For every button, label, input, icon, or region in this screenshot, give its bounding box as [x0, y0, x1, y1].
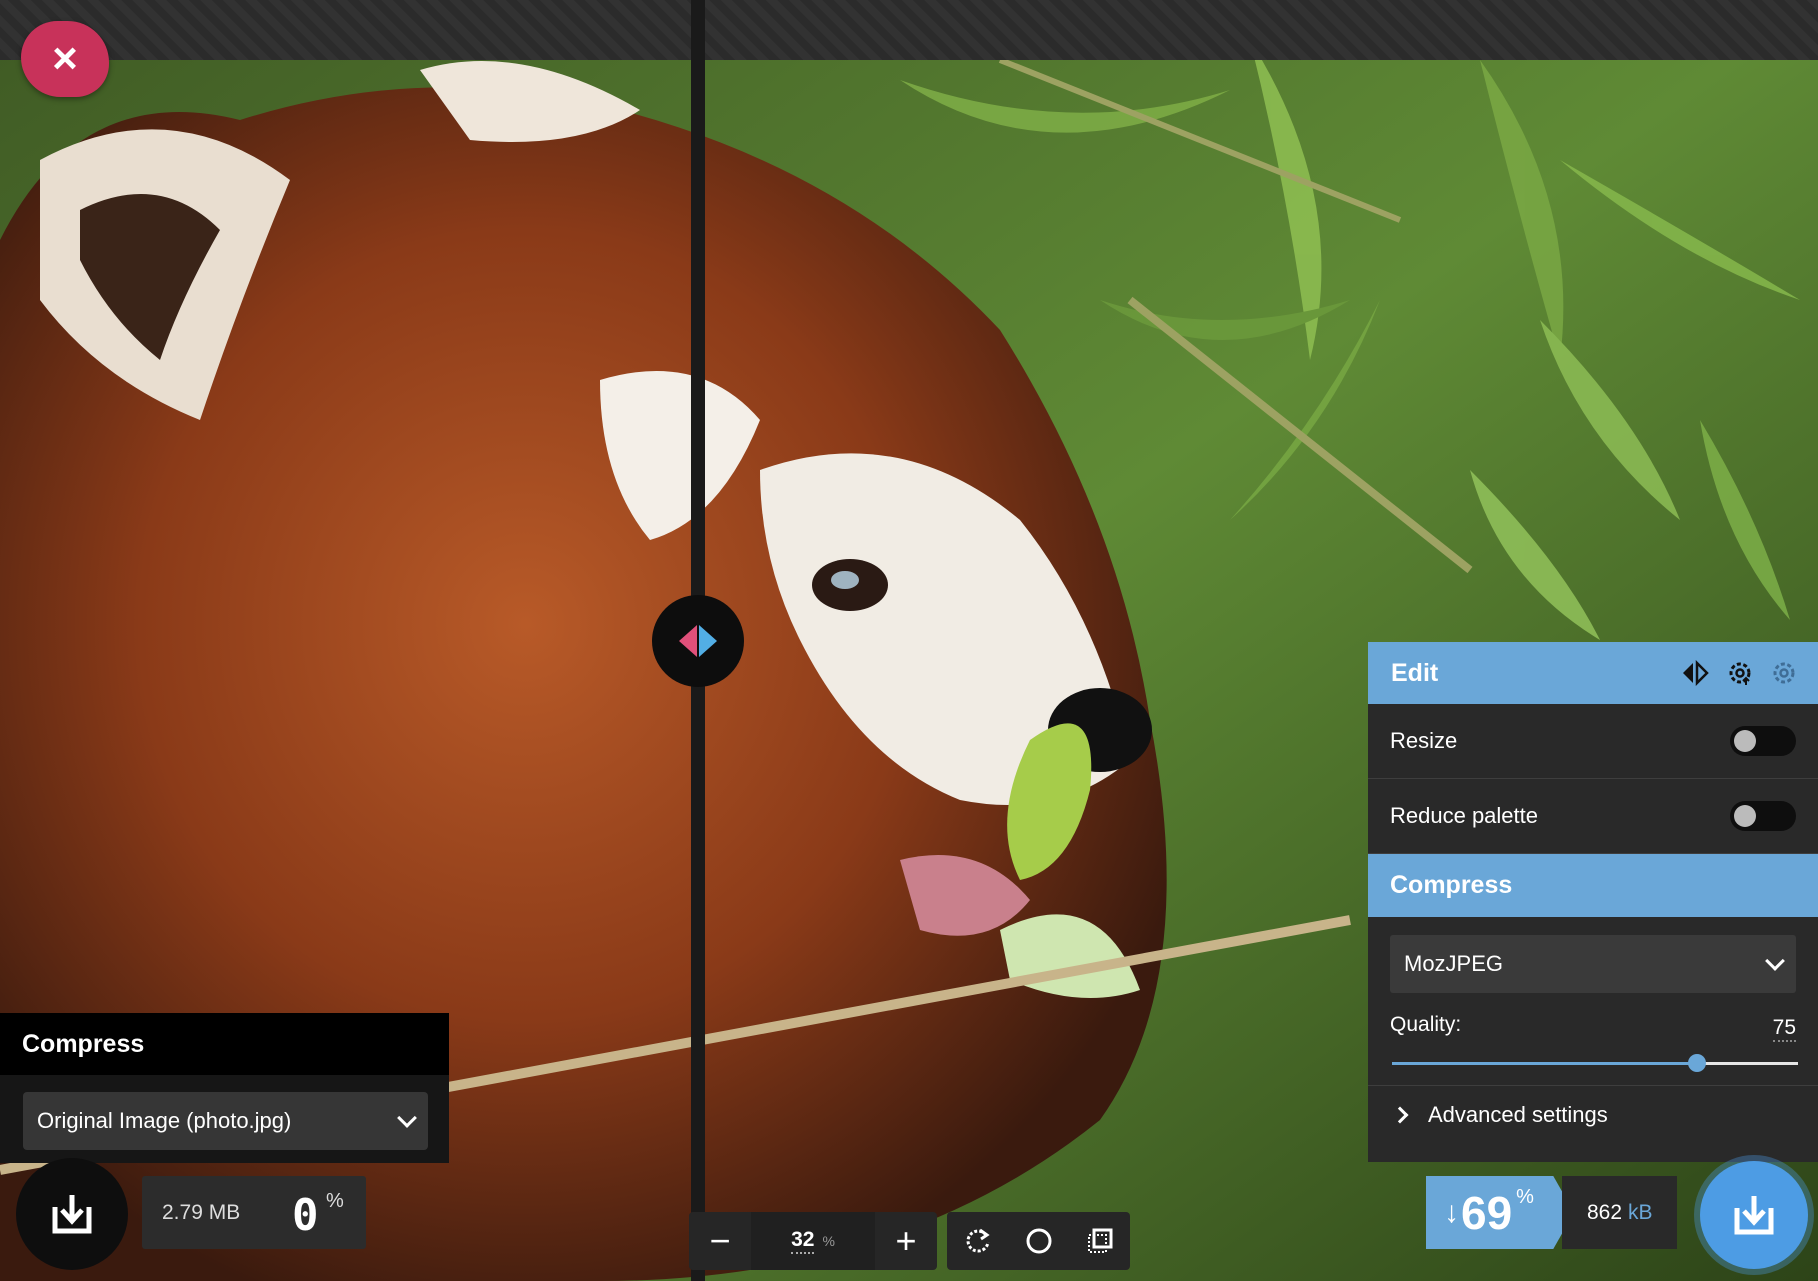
zoom-value-field[interactable]: 32 %: [751, 1212, 875, 1270]
left-compress-title: Compress: [0, 1013, 449, 1075]
close-icon: ×: [52, 34, 78, 83]
reduction-value: 69: [1461, 1186, 1513, 1239]
codec-select[interactable]: MozJPEG: [1390, 935, 1796, 993]
chevron-down-icon: [1765, 951, 1785, 971]
left-size-info: 2.79 MB 0 %: [142, 1176, 366, 1249]
reduce-palette-toggle-knob: [1734, 805, 1756, 827]
edit-title: Edit: [1391, 658, 1439, 687]
quality-slider-thumb[interactable]: [1687, 1054, 1706, 1072]
left-source-select[interactable]: Original Image (photo.jpg): [23, 1092, 428, 1150]
zoom-out-button[interactable]: −: [689, 1212, 751, 1270]
resize-label: Resize: [1390, 728, 1458, 753]
zoom-unit: %: [822, 1233, 835, 1249]
quality-slider-fill: [1392, 1062, 1697, 1065]
rotate-button[interactable]: [952, 1215, 1004, 1267]
advanced-settings-label: Advanced settings: [1428, 1102, 1608, 1127]
zoom-in-button[interactable]: +: [875, 1212, 937, 1270]
left-file-size: 2.79 MB: [162, 1200, 241, 1224]
close-button[interactable]: ×: [21, 21, 109, 97]
zoom-value: 32: [791, 1228, 815, 1254]
quality-label: Quality:: [1390, 1013, 1462, 1036]
output-size: 862: [1587, 1200, 1623, 1224]
edit-header: Edit: [1368, 642, 1818, 704]
output-size-unit: kB: [1628, 1200, 1653, 1224]
chevron-down-icon: [397, 1108, 417, 1128]
zoom-controls: − 32 % +: [689, 1212, 937, 1270]
down-arrow-icon: ↓: [1444, 1195, 1459, 1229]
copy-settings-icon[interactable]: [1680, 660, 1710, 686]
chevron-right-icon: [1391, 1106, 1409, 1124]
download-icon: [1734, 1196, 1774, 1235]
resize-toggle[interactable]: [1730, 726, 1796, 756]
quality-slider[interactable]: [1392, 1054, 1798, 1072]
import-settings-icon[interactable]: [1726, 659, 1754, 687]
left-percent: 0: [292, 1190, 319, 1241]
background-toggle-button[interactable]: [1013, 1215, 1065, 1267]
advanced-settings-toggle[interactable]: Advanced settings: [1368, 1085, 1818, 1144]
output-size-info: 862 kB: [1562, 1176, 1677, 1249]
compress-section-title: Compress: [1368, 854, 1818, 917]
split-handle[interactable]: [652, 595, 744, 687]
download-icon: [52, 1195, 92, 1234]
resize-toggle-knob: [1734, 730, 1756, 752]
resize-row: Resize: [1368, 704, 1818, 779]
split-right-arrow: [699, 625, 717, 657]
reduction-unit: %: [1516, 1186, 1534, 1208]
left-options-panel: Compress Original Image (photo.jpg): [0, 1013, 449, 1163]
size-reduction-badge: ↓ 69 %: [1426, 1176, 1574, 1249]
left-percent-unit: %: [326, 1190, 344, 1212]
crop-button[interactable]: [1074, 1215, 1126, 1267]
reduce-palette-row: Reduce palette: [1368, 779, 1818, 854]
left-source-value: Original Image (photo.jpg): [37, 1108, 292, 1133]
quality-control: Quality: 75: [1368, 993, 1818, 1085]
edit-header-icons: [1680, 659, 1798, 687]
split-view-icon: [679, 625, 717, 657]
rotate-icon: [966, 1228, 990, 1253]
crop-icon: [1087, 1228, 1112, 1253]
reduce-palette-toggle[interactable]: [1730, 801, 1796, 831]
download-button[interactable]: [1700, 1161, 1808, 1269]
quality-value[interactable]: 75: [1772, 1016, 1796, 1042]
codec-value: MozJPEG: [1404, 951, 1504, 976]
split-left-arrow: [679, 625, 697, 657]
reduce-palette-label: Reduce palette: [1390, 803, 1538, 828]
circle-icon: [1026, 1228, 1051, 1254]
top-bar: [0, 0, 1818, 60]
left-download-button[interactable]: [16, 1158, 128, 1270]
app-stage: × Compress Original Image (photo.jpg) 2.…: [0, 0, 1818, 1281]
right-options-panel: Edit Resize Reduce palette Compress MozJ…: [1368, 642, 1818, 1162]
view-tools: [947, 1212, 1130, 1270]
gear-icon[interactable]: [1770, 659, 1798, 687]
